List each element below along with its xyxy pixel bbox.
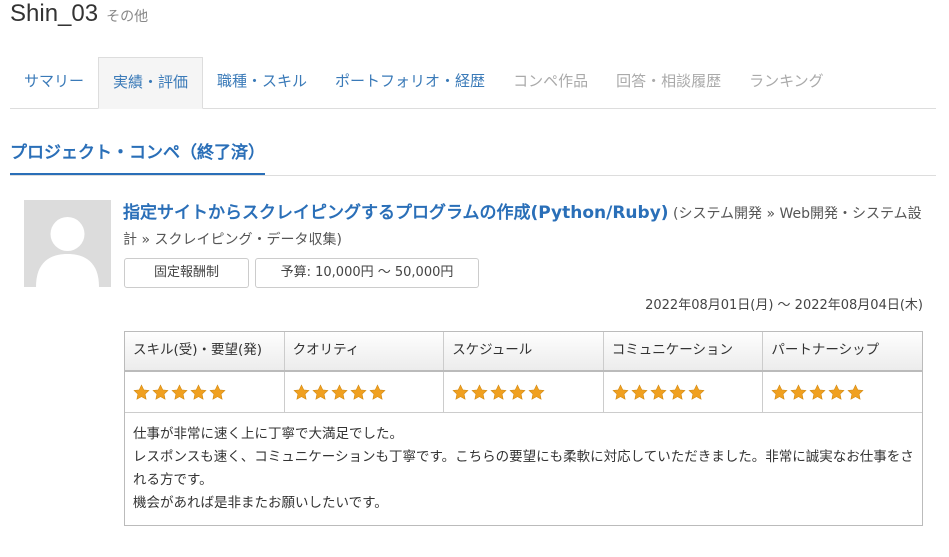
rating-score-schedule [444,372,604,412]
star-icon [528,383,545,400]
project-heading: 指定サイトからスクレイピングするプログラムの作成(Python/Ruby) (シ… [123,200,923,253]
user-role: その他 [106,9,149,25]
tab-answer-history: 回答・相談履歴 [616,72,722,90]
rating-header-quality: クオリティ [284,332,445,370]
rating-score-partnership [763,372,922,412]
project-title-link[interactable]: 指定サイトからスクレイピングするプログラムの作成(Python/Ruby) [123,203,669,223]
star-icon [650,383,667,400]
star-icon [190,383,207,400]
review-comment: 仕事が非常に速く上に丁寧で大満足でした。 レスポンスも速く、コミュニケーションも… [125,412,922,525]
default-avatar-icon [24,200,111,287]
star-icon [331,383,348,400]
rating-score-skill [125,372,285,412]
review-comment-line: 仕事が非常に速く上に丁寧で大満足でした。 [133,426,403,442]
payment-type-badge: 固定報酬制 [124,258,249,288]
rating-header-row: スキル(受)・要望(発) クオリティ スケジュール コミュニケーション パートナ… [125,332,922,372]
star-icon [669,383,686,400]
profile-header: Shin_03 その他 [10,0,148,30]
rating-stars-row [125,372,922,412]
tab-achievements[interactable]: 実績・評価 [98,57,204,109]
star-icon [171,383,188,400]
star-icon [828,383,845,400]
star-icon [612,383,629,400]
username: Shin_03 [10,0,99,27]
section-title: プロジェクト・コンペ（終了済） [10,138,265,176]
review-comment-line: レスポンスも速く、コミュニケーションも丁寧です。こちらの要望にも柔軟に対応してい… [133,449,914,488]
star-icon [452,383,469,400]
star-icon [471,383,488,400]
star-icon [152,383,169,400]
rating-header-partnership: パートナーシップ [763,332,922,370]
star-icon [312,383,329,400]
tab-ranking: ランキング [749,72,824,90]
star-icon [369,383,386,400]
star-icon [790,383,807,400]
rating-header-communication: コミュニケーション [603,332,764,370]
star-icon [509,383,526,400]
star-icon [209,383,226,400]
tab-skills[interactable]: 職種・スキル [203,57,321,107]
project-period: 2022年08月01日(月) 〜 2022年08月04日(木) [645,298,923,313]
review-comment-line: 機会があれば是非またお願いしたいです。 [133,495,388,511]
tab-portfolio[interactable]: ポートフォリオ・経歴 [321,57,499,107]
star-icon [293,383,310,400]
rating-score-quality [285,372,445,412]
tab-competition-works: コンペ作品 [513,72,589,90]
star-icon [847,383,864,400]
rating-header-skill: スキル(受)・要望(発) [125,332,285,370]
star-icon [631,383,648,400]
rating-header-schedule: スケジュール [444,332,604,370]
rating-table: スキル(受)・要望(発) クオリティ スケジュール コミュニケーション パートナ… [124,331,923,526]
star-icon [133,383,150,400]
profile-tabs: サマリー 実績・評価 職種・スキル ポートフォリオ・経歴 コンペ作品 回答・相談… [10,57,936,109]
star-icon [490,383,507,400]
star-icon [809,383,826,400]
star-icon [688,383,705,400]
section-divider [10,175,936,176]
avatar[interactable] [24,200,111,287]
star-icon [771,383,788,400]
tab-summary[interactable]: サマリー [10,57,98,107]
budget-badge: 予算: 10,000円 〜 50,000円 [255,258,479,288]
star-icon [350,383,367,400]
rating-score-communication [604,372,764,412]
